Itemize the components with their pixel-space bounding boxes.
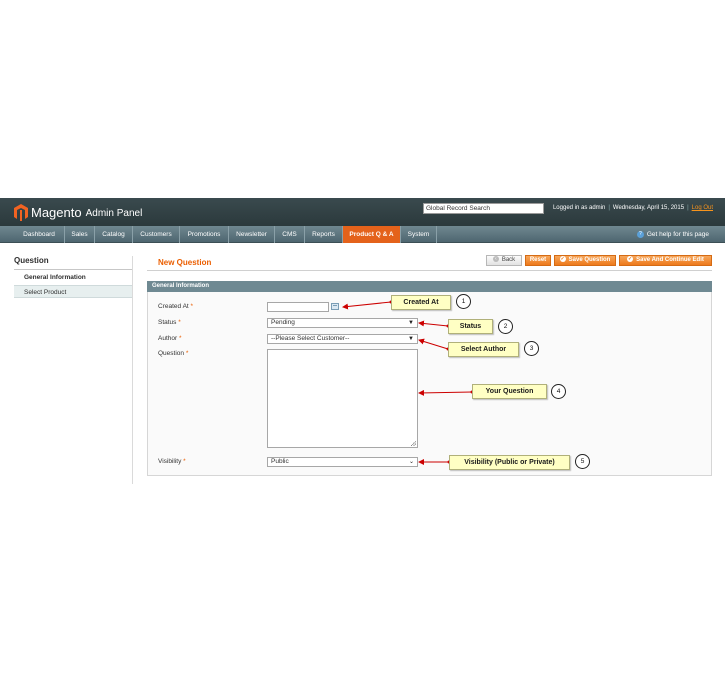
nav-item-catalog[interactable]: Catalog (95, 226, 133, 243)
resize-grip-icon[interactable] (411, 441, 416, 446)
save-and-continue-button[interactable]: ✓ Save And Continue Edit (619, 255, 712, 266)
save-question-label: Save Question (568, 257, 611, 263)
required-mark: * (190, 303, 194, 310)
visibility-select-value: Public (271, 458, 289, 465)
visibility-label: Visibility * (158, 458, 186, 465)
save-check-icon: ✓ (559, 256, 566, 263)
callout-your-question: Your Question (472, 384, 547, 399)
global-search-input[interactable]: Global Record Search (423, 203, 544, 214)
status-select[interactable]: Pending ▼ (267, 318, 418, 328)
sidebar-item-select-product[interactable]: Select Product (14, 285, 132, 298)
back-button[interactable]: ‹ Back (486, 255, 522, 266)
callout-number-4: 4 (551, 384, 566, 399)
nav-item-dashboard[interactable]: Dashboard (14, 226, 65, 243)
author-select[interactable]: --Please Select Customer-- ▼ (267, 334, 418, 344)
callout-number-5: 5 (575, 454, 590, 469)
required-mark: * (185, 350, 189, 357)
header-user-info: Logged in as admin | Wednesday, April 15, … (552, 205, 713, 211)
nav-item-promotions[interactable]: Promotions (180, 226, 229, 243)
status-label: Status * (158, 319, 181, 326)
save-question-button[interactable]: ✓ Save Question (554, 255, 616, 266)
reset-button[interactable]: Reset (525, 255, 551, 266)
nav-item-product-qa[interactable]: Product Q & A (343, 226, 401, 243)
magento-logo[interactable]: Magento Admin Panel (14, 203, 142, 221)
fieldset-header: General Information (147, 281, 712, 292)
nav-item-cms[interactable]: CMS (275, 226, 305, 243)
required-mark: * (178, 335, 182, 342)
logout-link[interactable]: Log Out (692, 205, 713, 211)
nav-item-customers[interactable]: Customers (133, 226, 180, 243)
column-divider (132, 256, 133, 484)
magento-logo-icon (14, 203, 28, 221)
author-label-text: Author (158, 335, 178, 342)
nav-item-sales[interactable]: Sales (65, 226, 95, 243)
logo-text: Magento (31, 204, 82, 220)
calendar-icon[interactable] (331, 303, 339, 310)
nav-item-newsletter[interactable]: Newsletter (229, 226, 275, 243)
save-continue-check-icon: ✓ (627, 256, 634, 263)
save-continue-label: Save And Continue Edit (636, 257, 704, 263)
question-label: Question * (158, 350, 188, 357)
nav-item-system[interactable]: System (401, 226, 437, 243)
help-link[interactable]: ? Get help for this page (636, 226, 709, 243)
visibility-select[interactable]: Public ⌄ (267, 457, 418, 467)
callout-number-3: 3 (524, 341, 539, 356)
back-button-label: Back (501, 257, 516, 263)
dropdown-arrow-icon: ⌄ (408, 459, 414, 465)
sidebar-title: Question (14, 256, 49, 265)
panel-text: Admin Panel (85, 207, 143, 219)
author-label: Author * (158, 335, 182, 342)
status-label-text: Status (158, 319, 177, 326)
dropdown-arrow-icon: ▼ (408, 336, 414, 342)
visibility-label-text: Visibility (158, 458, 182, 465)
sidebar-item-general-information[interactable]: General Information (14, 271, 132, 284)
status-select-value: Pending (271, 319, 295, 326)
required-mark: * (183, 458, 186, 465)
created-at-label: Created At * (158, 303, 193, 310)
nav-item-reports[interactable]: Reports (305, 226, 343, 243)
callout-select-author: Select Author (448, 342, 519, 357)
callout-number-2: 2 (498, 319, 513, 334)
page-title: New Question (158, 258, 212, 267)
created-at-label-text: Created At (158, 303, 189, 310)
admin-header: Magento Admin Panel Global Record Search… (0, 198, 725, 226)
main-nav: Dashboard Sales Catalog Customers Promot… (0, 226, 725, 243)
required-mark: * (178, 319, 181, 326)
question-textarea[interactable] (267, 349, 418, 448)
author-select-value: --Please Select Customer-- (271, 335, 350, 342)
dropdown-arrow-icon: ▼ (408, 320, 414, 326)
help-text: Get help for this page (646, 231, 709, 238)
general-information-fieldset (147, 281, 712, 476)
sidebar-divider (14, 269, 132, 270)
callout-visibility: Visibility (Public or Private) (449, 455, 570, 470)
current-date: Wednesday, April 15, 2015 (612, 205, 685, 211)
title-divider (147, 270, 712, 271)
callout-status: Status (448, 319, 493, 334)
back-arrow-icon: ‹ (492, 256, 499, 263)
callout-number-1: 1 (456, 294, 471, 309)
created-at-input[interactable] (267, 302, 329, 312)
logged-in-text: Logged in as admin (552, 205, 606, 211)
callout-created-at: Created At (391, 295, 451, 310)
help-icon: ? (636, 230, 644, 238)
question-label-text: Question (158, 350, 185, 357)
